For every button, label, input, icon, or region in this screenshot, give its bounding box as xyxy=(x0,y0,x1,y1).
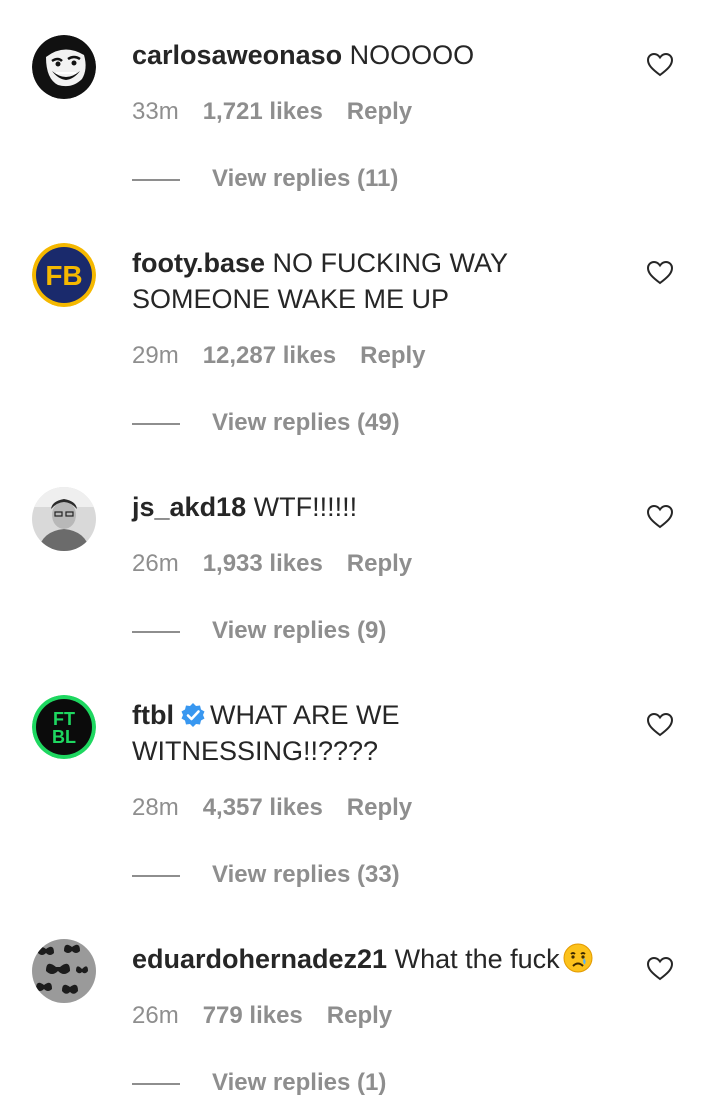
comment-likes[interactable]: 1,721 likes xyxy=(203,97,323,127)
view-replies-label: View replies (9) xyxy=(212,617,387,644)
avatar[interactable] xyxy=(32,487,96,551)
troll-face-avatar xyxy=(32,35,96,99)
like-button[interactable] xyxy=(646,51,674,79)
comment-meta: 33m 1,721 likes Reply xyxy=(132,97,412,127)
avatar[interactable] xyxy=(32,35,96,99)
comment-likes[interactable]: 12,287 likes xyxy=(203,341,336,371)
like-button[interactable] xyxy=(646,955,674,983)
heart-outline-icon xyxy=(646,52,674,77)
replies-divider xyxy=(132,875,180,877)
view-replies-button[interactable]: View replies (49) xyxy=(132,408,432,438)
view-replies-label: View replies (49) xyxy=(212,409,400,436)
comment-body: WTF!!!!!! xyxy=(253,492,358,522)
comment-meta: 28m 4,357 likes Reply xyxy=(132,793,412,823)
comment-time: 33m xyxy=(132,98,179,125)
comment-username[interactable]: js_akd18 xyxy=(132,492,246,522)
comment-username[interactable]: carlosaweonaso xyxy=(132,40,342,70)
comment-text-block: carlosaweonaso NOOOOO xyxy=(132,37,612,73)
view-replies-label: View replies (1) xyxy=(212,1069,387,1096)
fb-logo-avatar: FB xyxy=(32,243,96,307)
replies-divider xyxy=(132,179,180,181)
comment-username[interactable]: eduardohernadez21 xyxy=(132,944,387,974)
view-replies-label: View replies (33) xyxy=(212,861,400,888)
comment-likes[interactable]: 4,357 likes xyxy=(203,793,323,823)
comment-time: 26m xyxy=(132,550,179,577)
butterflies-avatar xyxy=(32,939,96,1003)
like-button[interactable] xyxy=(646,259,674,287)
comment-meta: 29m 12,287 likes Reply xyxy=(132,341,426,371)
comment-text-block: eduardohernadez21 What the fuck xyxy=(132,941,612,977)
view-replies-button[interactable]: View replies (33) xyxy=(132,860,432,890)
photo-avatar xyxy=(32,487,96,551)
avatar[interactable] xyxy=(32,939,96,1003)
replies-divider xyxy=(132,631,180,633)
reply-button[interactable]: Reply xyxy=(347,97,412,127)
comment-text-block: js_akd18 WTF!!!!!! xyxy=(132,489,612,525)
comment-likes[interactable]: 1,933 likes xyxy=(203,549,323,579)
reply-button[interactable]: Reply xyxy=(347,793,412,823)
view-replies-button[interactable]: View replies (11) xyxy=(132,164,432,194)
comment-username[interactable]: footy.base xyxy=(132,248,265,278)
like-button[interactable] xyxy=(646,711,674,739)
svg-text:FB: FB xyxy=(45,260,82,291)
crying-face-emoji xyxy=(562,942,594,974)
svg-text:BL: BL xyxy=(52,727,76,747)
heart-outline-icon xyxy=(646,504,674,529)
comment-body: NOOOOO xyxy=(349,40,475,70)
replies-divider xyxy=(132,423,180,425)
comment-time: 26m xyxy=(132,1002,179,1029)
heart-outline-icon xyxy=(646,260,674,285)
view-replies-label: View replies (11) xyxy=(212,165,399,192)
reply-button[interactable]: Reply xyxy=(360,341,425,371)
comment-likes[interactable]: 779 likes xyxy=(203,1001,303,1031)
svg-text:FT: FT xyxy=(53,709,75,729)
comment-body: What the fuck xyxy=(394,944,560,974)
reply-button[interactable]: Reply xyxy=(327,1001,392,1031)
comment-text-block: footy.base NO FUCKING WAY SOMEONE WAKE M… xyxy=(132,245,612,317)
reply-button[interactable]: Reply xyxy=(347,549,412,579)
comment-meta: 26m 1,933 likes Reply xyxy=(132,549,412,579)
avatar[interactable]: FB xyxy=(32,243,96,307)
avatar[interactable]: FT BL xyxy=(32,695,96,759)
view-replies-button[interactable]: View replies (9) xyxy=(132,616,432,646)
heart-outline-icon xyxy=(646,712,674,737)
comment-time: 29m xyxy=(132,342,179,369)
view-replies-button[interactable]: View replies (1) xyxy=(132,1068,432,1098)
replies-divider xyxy=(132,1083,180,1085)
ftbl-logo-avatar: FT BL xyxy=(32,695,96,759)
verified-badge-icon xyxy=(180,702,206,728)
comment-time: 28m xyxy=(132,794,179,821)
comment-text-block: ftbl WHAT ARE WE WITNESSING!!???? xyxy=(132,697,612,769)
heart-outline-icon xyxy=(646,956,674,981)
like-button[interactable] xyxy=(646,503,674,531)
comment-meta: 26m 779 likes Reply xyxy=(132,1001,392,1031)
comment-username[interactable]: ftbl xyxy=(132,700,174,730)
